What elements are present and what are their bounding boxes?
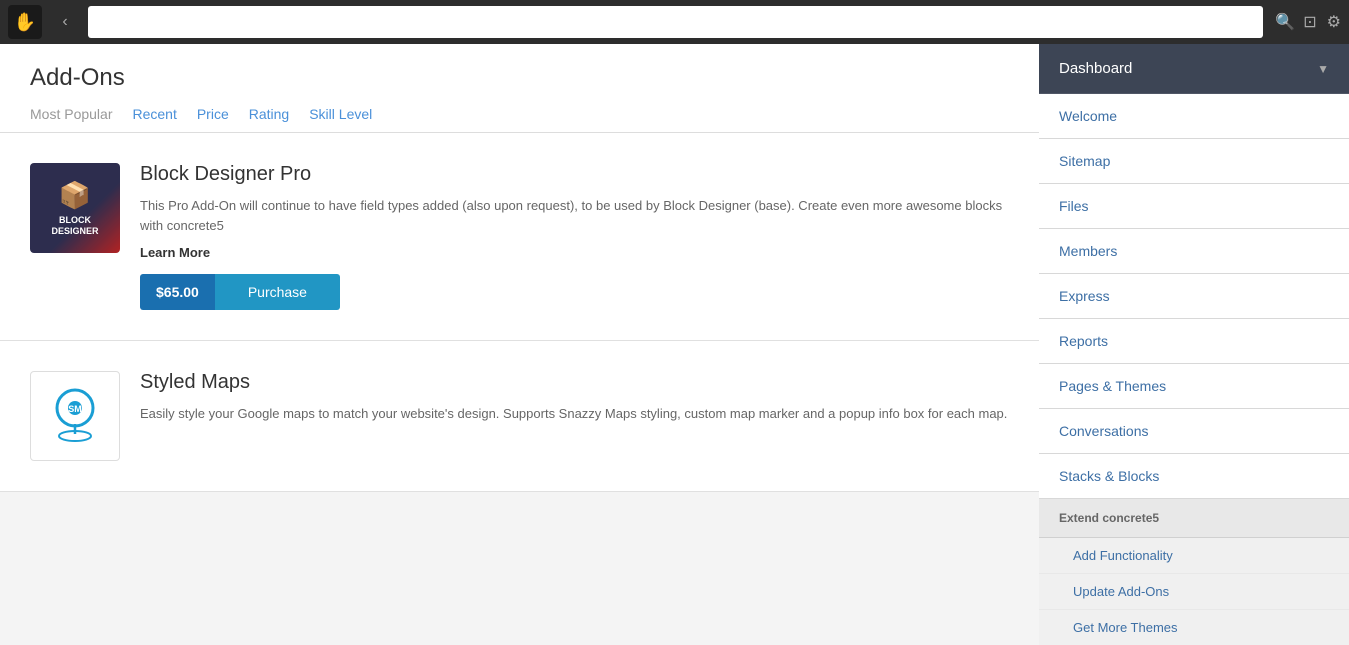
product-info-styled-maps: Styled Maps Easily style your Google map…: [140, 371, 1009, 434]
sidebar-header[interactable]: Dashboard ▼: [1039, 44, 1349, 94]
learn-more-link-block-designer[interactable]: Learn More: [140, 245, 1009, 260]
sidebar: Dashboard ▼ Welcome Sitemap Files Member…: [1039, 44, 1349, 645]
page-title: Add-Ons: [30, 64, 1009, 92]
filter-tab-skill-level[interactable]: Skill Level: [309, 106, 372, 132]
filter-tab-rating[interactable]: Rating: [249, 106, 289, 132]
sidebar-item-files[interactable]: Files: [1039, 184, 1349, 229]
product-image-styled-maps: SM: [30, 371, 120, 461]
product-name-styled-maps: Styled Maps: [140, 371, 1009, 394]
search-icon[interactable]: 🔍: [1275, 12, 1295, 32]
page-header: Add-Ons Most Popular Recent Price Rating…: [0, 44, 1039, 133]
product-desc-styled-maps: Easily style your Google maps to match y…: [140, 404, 1009, 424]
product-inner: 📦 BLOCKDESIGNER Block Designer Pro This …: [30, 163, 1009, 310]
sidebar-dropdown-icon: ▼: [1317, 62, 1329, 76]
sidebar-item-pages-themes[interactable]: Pages & Themes: [1039, 364, 1349, 409]
filter-tab-most-popular[interactable]: Most Popular: [30, 106, 112, 132]
sidebar-item-sitemap[interactable]: Sitemap: [1039, 139, 1349, 184]
sidebar-sub-item-update-addons[interactable]: Update Add-Ons: [1039, 574, 1349, 610]
sidebar-item-reports[interactable]: Reports: [1039, 319, 1349, 364]
share-icon[interactable]: ⊡: [1303, 12, 1316, 32]
main-layout: Add-Ons Most Popular Recent Price Rating…: [0, 44, 1349, 645]
product-inner-styled-maps: SM Styled Maps Easily style your Google …: [30, 371, 1009, 461]
product-info-block-designer: Block Designer Pro This Pro Add-On will …: [140, 163, 1009, 310]
sidebar-item-welcome[interactable]: Welcome: [1039, 94, 1349, 139]
sidebar-header-title: Dashboard: [1059, 60, 1132, 77]
sidebar-sub-item-add-functionality[interactable]: Add Functionality: [1039, 538, 1349, 574]
back-button[interactable]: ‹: [50, 7, 80, 37]
search-input[interactable]: [88, 6, 1263, 38]
product-purchase-block-designer: $65.00 Purchase: [140, 274, 340, 310]
sidebar-item-conversations[interactable]: Conversations: [1039, 409, 1349, 454]
sidebar-items: Welcome Sitemap Files Members Express Re…: [1039, 94, 1349, 645]
sidebar-item-express[interactable]: Express: [1039, 274, 1349, 319]
purchase-price-block-designer: $65.00: [140, 274, 215, 310]
product-card-styled-maps: SM Styled Maps Easily style your Google …: [0, 341, 1039, 492]
content-area: Add-Ons Most Popular Recent Price Rating…: [0, 44, 1039, 645]
product-image-block-designer: 📦 BLOCKDESIGNER: [30, 163, 120, 253]
top-bar-actions: ⊡ ⚙: [1303, 12, 1341, 32]
filter-tabs: Most Popular Recent Price Rating Skill L…: [30, 106, 1009, 132]
styled-maps-svg: SM: [35, 376, 115, 456]
product-desc-block-designer: This Pro Add-On will continue to have fi…: [140, 196, 1009, 235]
sidebar-sub-item-get-more-themes[interactable]: Get More Themes: [1039, 610, 1349, 645]
filter-tab-recent[interactable]: Recent: [132, 106, 176, 132]
svg-text:SM: SM: [68, 404, 82, 414]
sidebar-item-members[interactable]: Members: [1039, 229, 1349, 274]
filter-tab-price[interactable]: Price: [197, 106, 229, 132]
logo-icon[interactable]: ✋: [8, 5, 42, 39]
block-designer-label: BLOCKDESIGNER: [51, 215, 98, 237]
product-card-block-designer-pro: 📦 BLOCKDESIGNER Block Designer Pro This …: [0, 133, 1039, 341]
settings-icon[interactable]: ⚙: [1327, 12, 1341, 32]
sidebar-item-stacks-blocks[interactable]: Stacks & Blocks: [1039, 454, 1349, 499]
product-name-block-designer: Block Designer Pro: [140, 163, 1009, 186]
top-bar: ✋ ‹ 🔍 ⊡ ⚙: [0, 0, 1349, 44]
purchase-button-block-designer[interactable]: Purchase: [215, 274, 340, 310]
sidebar-section-extend: Extend concrete5: [1039, 499, 1349, 538]
